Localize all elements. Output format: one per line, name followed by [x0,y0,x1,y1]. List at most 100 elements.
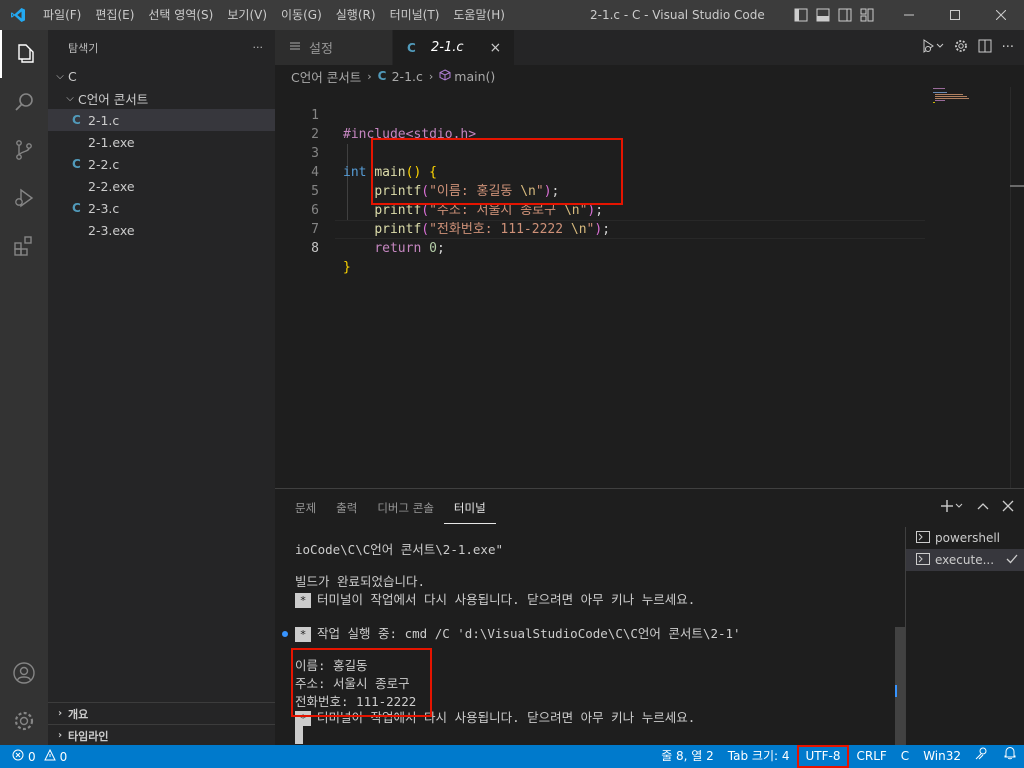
editor-tabs: 설정 C 2-1.c × ··· [275,30,1024,65]
breadcrumb-file[interactable]: 2-1.c [392,69,423,84]
maximize-panel-icon[interactable] [976,499,990,517]
terminal-icon [916,530,930,546]
accounts-icon[interactable] [0,649,48,697]
tab-2-1-c[interactable]: C 2-1.c × [393,30,515,65]
activity-bar [0,30,48,745]
terminal-text: 터미널이 작업에서 다시 사용됩니다. 닫으려면 아무 키나 누르세요. [317,592,696,607]
timeline-label: 타임라인 [68,729,109,743]
breadcrumb-symbol[interactable]: main() [454,69,495,84]
close-icon[interactable]: × [490,40,502,56]
tab-label: 설정 [309,42,333,57]
tree-root-folder[interactable]: ⌵ C [48,65,275,87]
menu-view[interactable]: 보기(V) [220,0,274,30]
chevron-right-icon: › [367,69,372,83]
breadcrumb-folder[interactable]: C언어 콘서트 [291,67,361,86]
tree-subfolder[interactable]: ⌵ C언어 콘서트 [48,87,275,109]
outline-label: 개요 [68,707,89,721]
terminal-output[interactable]: ioCode\C\C언어 콘서트\2-1.exe" 빌드가 완료되었습니다. *… [275,527,905,746]
c-file-icon: C [72,201,81,215]
code-editor[interactable]: 1 #include<stdio.h> 2 3 int main() { 4 p… [275,87,1024,488]
menu-edit[interactable]: 편집(E) [88,0,141,30]
menu-selection[interactable]: 선택 영역(S) [141,0,220,30]
terminal-icon [916,552,930,568]
customize-layout-icon[interactable] [856,0,878,30]
title-bar: 파일(F) 편집(E) 선택 영역(S) 보기(V) 이동(G) 실행(R) 터… [0,0,1024,30]
more-actions-icon[interactable]: ··· [1002,40,1014,55]
scrollbar-position-marker [1010,185,1024,187]
root-folder-label: C [68,68,77,84]
tab-settings[interactable]: 설정 [275,30,393,65]
source-control-icon[interactable] [0,126,48,174]
line-ending[interactable]: CRLF [849,745,893,768]
toggle-secondary-sidebar-icon[interactable] [834,0,856,30]
vscode-logo-icon [0,0,36,30]
close-panel-icon[interactable] [1002,500,1014,516]
chevron-down-icon: ⌵ [66,92,74,104]
more-actions-icon[interactable]: ··· [253,41,264,54]
terminal-item-powershell[interactable]: powershell [906,527,1024,549]
maximize-icon[interactable] [932,0,978,30]
c-file-icon: C [377,69,387,83]
file-item[interactable]: 2-2.exe [48,175,275,197]
chevron-right-icon: › [428,69,434,83]
run-code-icon[interactable] [922,38,944,57]
window-title: 2-1.c - C - Visual Studio Code [590,8,765,22]
menu-go[interactable]: 이동(G) [274,0,329,30]
outline-section[interactable]: › 개요 [48,702,275,724]
menu-help[interactable]: 도움말(H) [446,0,512,30]
toggle-primary-sidebar-icon[interactable] [790,0,812,30]
manage-gear-icon[interactable] [0,697,48,745]
command-decoration-icon[interactable] [282,631,288,637]
notifications-bell-icon[interactable] [996,745,1024,768]
terminal-item-execute[interactable]: execute... [906,549,1024,571]
tab-size[interactable]: Tab 크기: 4 [721,745,797,768]
close-window-icon[interactable] [978,0,1024,30]
code-line: 2 [275,106,925,142]
new-terminal-icon[interactable] [940,499,964,517]
error-icon [12,749,24,764]
file-item[interactable]: C 2-3.c [48,197,275,219]
explorer-icon[interactable] [0,30,48,78]
file-label: 2-2.c [88,156,120,172]
menu-run[interactable]: 실행(R) [329,0,383,30]
editor-scrollbar[interactable] [1010,87,1024,488]
file-item[interactable]: C 2-1.c [48,109,275,131]
settings-gear-icon[interactable] [954,39,968,57]
tab-terminal[interactable]: 터미널 [443,493,496,524]
explorer-header: 탐색기 ··· [48,30,275,65]
c-file-icon: C [72,157,81,171]
minimize-icon[interactable] [886,0,932,30]
breadcrumb: C언어 콘서트 › C 2-1.c › main() [275,65,1024,87]
language-mode[interactable]: C [894,745,916,768]
toggle-panel-icon[interactable] [812,0,834,30]
tab-debug-console[interactable]: 디버그 콘솔 [367,489,444,527]
minimap[interactable] [930,87,1014,107]
menu-file[interactable]: 파일(F) [36,0,88,30]
error-count: 0 [28,749,36,764]
file-item[interactable]: 2-3.exe [48,219,275,241]
chevron-right-icon: › [57,730,63,741]
menu-terminal[interactable]: 터미널(T) [383,0,447,30]
extensions-icon[interactable] [0,222,48,270]
tab-problems[interactable]: 문제 [285,489,326,527]
run-and-debug-icon[interactable] [0,174,48,222]
editor-actions: ··· [922,30,1014,65]
platform-config[interactable]: Win32 [916,745,968,768]
cursor-position[interactable]: 줄 8, 열 2 [654,745,721,768]
timeline-section[interactable]: › 타임라인 [48,724,275,746]
panel-actions [940,489,1014,527]
search-icon[interactable] [0,78,48,126]
chevron-right-icon: › [57,708,63,719]
line-number: 8 [311,241,319,256]
file-item[interactable]: 2-1.exe [48,131,275,153]
file-item[interactable]: C 2-2.c [48,153,275,175]
feedback-icon[interactable] [968,745,996,768]
problems-status[interactable]: 0 0 [0,748,67,764]
encoding[interactable]: UTF-8 [796,745,850,768]
file-label: 2-1.c [88,112,120,128]
terminal-list: powershell execute... [905,527,1024,746]
terminal-item-label: execute... [935,553,995,567]
terminal-scroll-marker [895,685,897,697]
split-editor-icon[interactable] [978,39,992,57]
tab-output[interactable]: 출력 [326,489,367,527]
